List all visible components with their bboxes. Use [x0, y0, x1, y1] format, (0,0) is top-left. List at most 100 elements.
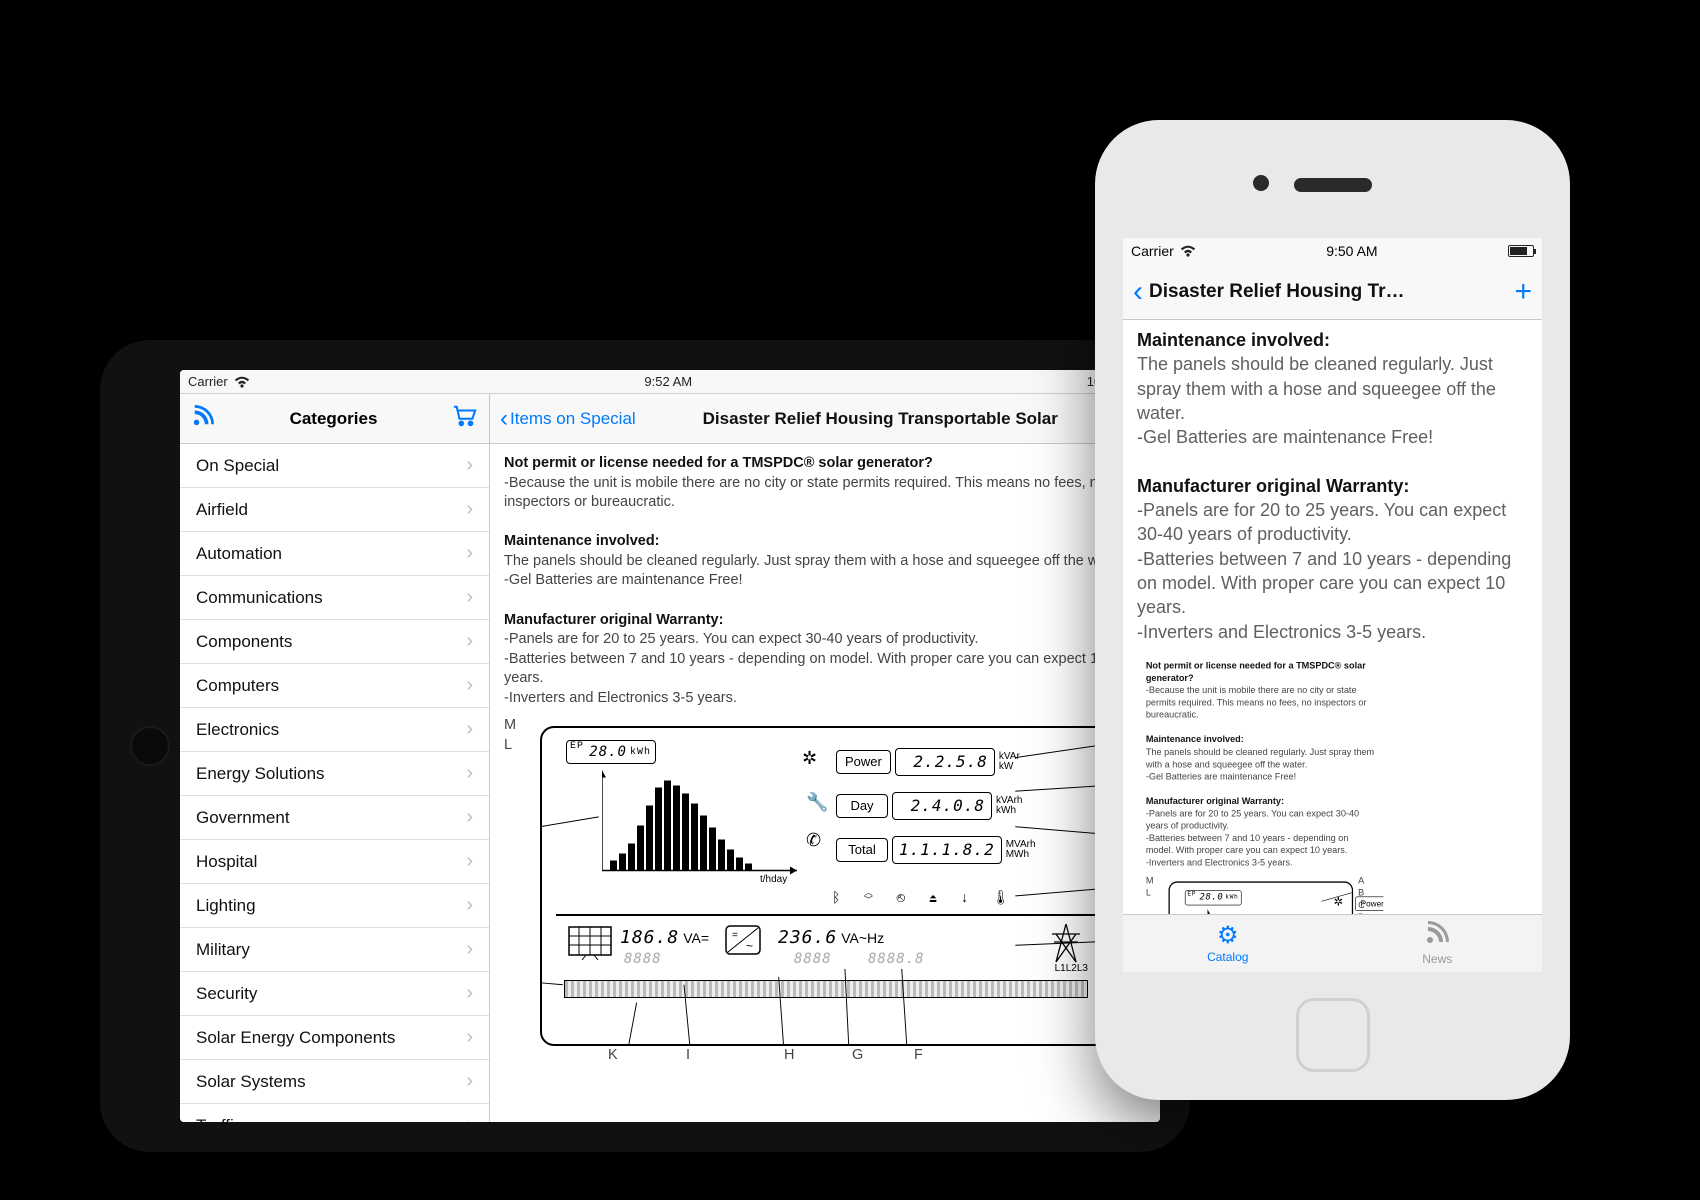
chevron-right-icon: › [466, 498, 473, 521]
phone-device-frame: Carrier 9:50 AM ‹ Disaster Relief Housin… [1095, 120, 1570, 1100]
sidebar-item-label: Lighting [196, 896, 256, 916]
warr-body-3: -Inverters and Electronics 3-5 years. [1137, 622, 1426, 642]
sidebar-item-label: Government [196, 808, 290, 828]
chevron-right-icon: › [466, 806, 473, 829]
chevron-right-icon: › [466, 454, 473, 477]
sidebar-item-label: Traffic [196, 1116, 242, 1123]
diagram-callout-H: H [784, 1046, 794, 1066]
solar-panel-icon [568, 926, 612, 967]
chevron-right-icon: › [466, 1070, 473, 1093]
clock-label: 9:52 AM [644, 374, 692, 389]
sidebar-item[interactable]: Automation › [180, 532, 489, 576]
warr-body-2: -Batteries between 7 and 10 years - depe… [504, 651, 1106, 687]
battery-icon [1508, 245, 1534, 257]
gear-icon: ⚙ [1217, 924, 1239, 948]
wifi-icon [1180, 245, 1196, 257]
categories-sidebar: Categories On Special›Airfield›Automatio… [180, 394, 490, 1122]
cart-icon[interactable] [453, 405, 477, 432]
detail-content: Not permit or license needed for a TMSPD… [1137, 654, 1383, 914]
sidebar-item-label: Military [196, 940, 250, 960]
phone-speaker-icon [1294, 178, 1372, 192]
back-button[interactable]: ‹ [1133, 275, 1143, 309]
tablet-device-frame: Carrier 9:52 AM 100% Categories [100, 340, 1190, 1152]
svg-text:=: = [732, 930, 738, 941]
rss-icon [1425, 921, 1449, 950]
sidebar-item[interactable]: Airfield › [180, 488, 489, 532]
diagram-callout-L: L [504, 736, 532, 756]
clock-label: 9:50 AM [1326, 243, 1377, 259]
tab-news[interactable]: News [1333, 915, 1543, 972]
sidebar-item[interactable]: Solar Systems › [180, 1060, 489, 1104]
detail-title: Disaster Relief Housing Transportable So… [642, 409, 1129, 429]
maint-body-1: The panels should be cleaned regularly. … [1137, 354, 1496, 423]
sidebar-item[interactable]: Energy Solutions› [180, 752, 489, 796]
maint-body-2: -Gel Batteries are maintenance Free! [1137, 427, 1433, 447]
status-icons-row: ᛒ ⌔ ⎋ ⏏ ↓ 🌡 [832, 888, 1020, 907]
bee-icon: ✲ [1334, 894, 1344, 909]
chevron-right-icon: › [466, 894, 473, 917]
diagram-callout-A: A [1358, 875, 1374, 887]
diagram-row-units: MVArhMWh [1006, 840, 1036, 860]
phone-content: Maintenance involved: The panels should … [1123, 320, 1542, 914]
wifi-icon [234, 376, 250, 388]
maint-heading: Maintenance involved: [1146, 735, 1244, 745]
diagram-callout-M: M [504, 716, 532, 736]
energy-histogram-icon [1208, 904, 1334, 914]
phone-home-button[interactable] [1296, 998, 1370, 1072]
sidebar-item-label: Hospital [196, 852, 257, 872]
sidebar-item-label: Electronics [196, 720, 279, 740]
sidebar-item[interactable]: On Special› [180, 444, 489, 488]
sidebar-item[interactable]: Communications› [180, 576, 489, 620]
sidebar-item-label: Automation [196, 544, 282, 564]
diagram-callout-K: K [608, 1046, 618, 1066]
diagram-callout-L: L [1146, 887, 1164, 899]
diagram-callout-M: M [1146, 875, 1164, 887]
sidebar-item[interactable]: Solar Energy Components› [180, 1016, 489, 1060]
sidebar-item[interactable]: Lighting › [180, 884, 489, 928]
phone-camera-icon [1253, 175, 1269, 191]
wrench-icon: 🔧 [806, 790, 828, 814]
sidebar-item-label: Communications [196, 588, 323, 608]
energy-histogram-icon [602, 763, 802, 878]
sidebar-item-label: Solar Systems [196, 1072, 306, 1092]
sidebar-item[interactable]: Military › [180, 928, 489, 972]
maint-heading: Maintenance involved: [504, 533, 660, 549]
sidebar-item[interactable]: Components› [180, 620, 489, 664]
warr-body-2: -Batteries between 7 and 10 years - depe… [1146, 833, 1349, 855]
warr-heading: Manufacturer original Warranty: [1137, 476, 1409, 496]
diagram-callout-F: F [914, 1046, 923, 1066]
nav-title: Disaster Relief Housing Tr… [1143, 281, 1514, 303]
diagram-callout-B: B [1358, 887, 1374, 899]
bee-icon: ✲ [802, 746, 817, 770]
rss-icon[interactable] [192, 405, 214, 432]
sidebar-item[interactable]: Traffic› [180, 1104, 489, 1122]
chevron-right-icon: › [466, 542, 473, 565]
back-button[interactable]: ‹ Items on Special [500, 405, 636, 433]
diagram-status-bar [564, 980, 1088, 998]
sidebar-item[interactable]: Computers› [180, 664, 489, 708]
warr-body-1: -Panels are for 20 to 25 years. You can … [1137, 500, 1506, 544]
warr-heading: Manufacturer original Warranty: [1146, 796, 1284, 806]
tab-catalog[interactable]: ⚙ Catalog [1123, 915, 1333, 972]
warr-body-2: -Batteries between 7 and 10 years - depe… [1137, 549, 1511, 618]
maint-body-2: -Gel Batteries are maintenance Free! [504, 572, 743, 588]
permit-body: -Because the unit is mobile there are no… [504, 475, 1106, 511]
diagram-callout-G: G [852, 1046, 863, 1066]
sidebar-item[interactable]: Electronics› [180, 708, 489, 752]
chevron-right-icon: › [466, 938, 473, 961]
sidebar-title: Categories [290, 409, 378, 429]
tablet-home-button[interactable] [130, 726, 170, 766]
add-button[interactable]: + [1514, 275, 1532, 309]
sidebar-item[interactable]: Government › [180, 796, 489, 840]
product-diagram: EP 28.0 kWh [1169, 881, 1354, 914]
maint-heading: Maintenance involved: [1137, 330, 1330, 350]
sidebar-item-label: Computers [196, 676, 279, 696]
sidebar-item[interactable]: Hospital› [180, 840, 489, 884]
sidebar-item[interactable]: Security› [180, 972, 489, 1016]
diagram-row-name: Power [836, 750, 891, 774]
warr-body-3: -Inverters and Electronics 3-5 years. [504, 690, 737, 706]
back-label: Items on Special [510, 409, 636, 429]
sidebar-item-label: Airfield [196, 500, 248, 520]
maint-body-2: -Gel Batteries are maintenance Free! [1146, 772, 1296, 782]
permit-body: -Because the unit is mobile there are no… [1146, 685, 1367, 720]
